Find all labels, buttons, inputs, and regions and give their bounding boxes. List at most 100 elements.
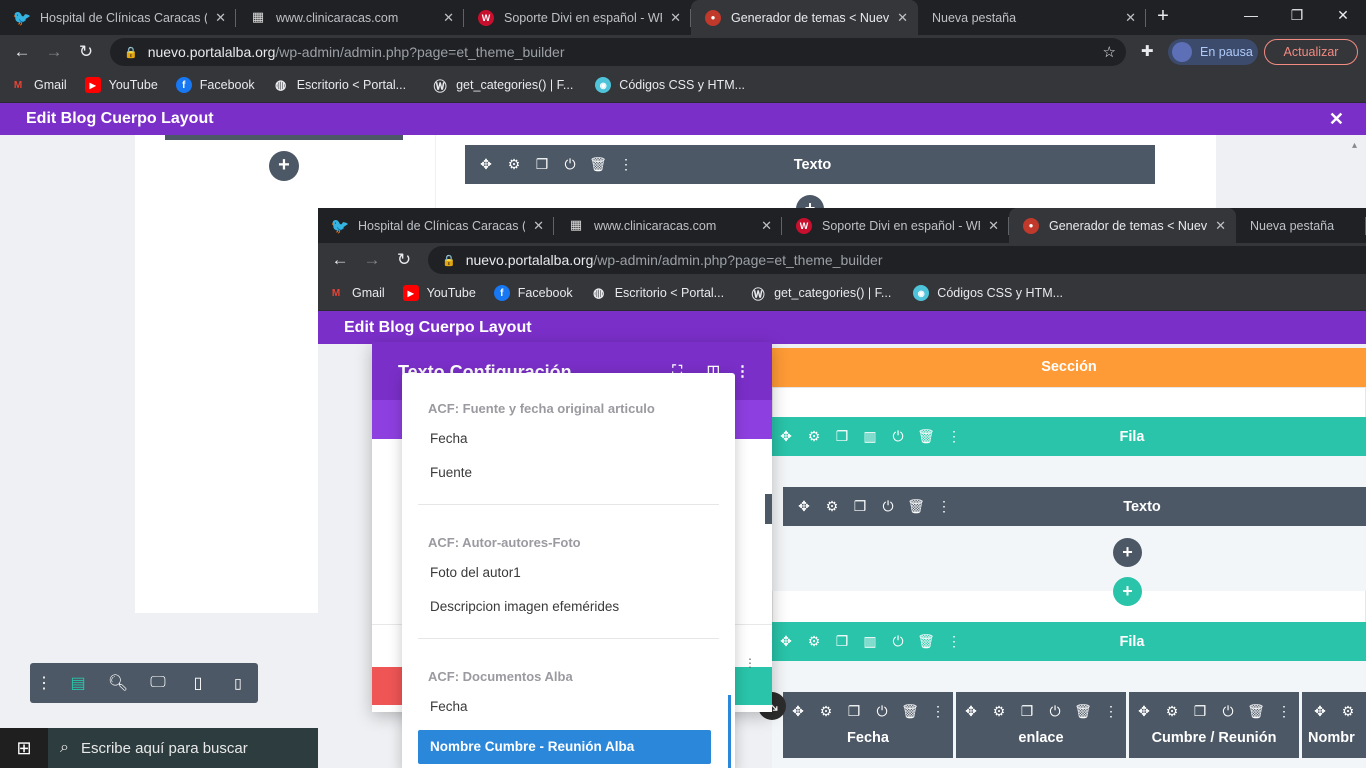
gear-icon[interactable]: ⚙ — [985, 703, 1013, 720]
tab-hospital[interactable]: 🐦 Hospital de Clínicas Caracas (@ ✕ — [318, 208, 554, 243]
power-icon[interactable]: ⏻ — [868, 703, 896, 720]
trash-icon[interactable]: 🗑 — [912, 633, 940, 650]
update-button[interactable]: Actualizar — [1264, 39, 1358, 65]
dropdown-scrollbar[interactable] — [728, 695, 731, 768]
power-icon[interactable]: ⏻ — [1041, 703, 1069, 720]
column-module-nombre[interactable]: ✥ ⚙ Nombr — [1302, 692, 1366, 758]
bookmark-facebook[interactable]: f Facebook — [493, 285, 573, 301]
column-module-enlace[interactable]: ✥ ⚙ ❐ ⏻ 🗑 ⋮ enlace — [956, 692, 1126, 758]
tablet-icon[interactable]: ▯ — [178, 673, 218, 693]
duplicate-icon[interactable]: ❐ — [828, 633, 856, 650]
trash-icon[interactable]: 🗑 — [1242, 703, 1270, 720]
trash-icon[interactable]: 🗑 — [1069, 703, 1097, 720]
close-icon[interactable]: ✕ — [1125, 10, 1136, 26]
row-bar-1[interactable]: ✥ ⚙ ❐ ▥ ⏻ 🗑 ⋮ Fila — [772, 417, 1366, 456]
gear-icon[interactable]: ⚙ — [818, 498, 846, 515]
column-module-cumbre[interactable]: ✥ ⚙ ❐ ⏻ 🗑 ⋮ Cumbre / Reunión — [1129, 692, 1299, 758]
add-module-button[interactable]: + — [1113, 538, 1142, 567]
bookmark-get-categories[interactable]: Ⓦget_categories() | F... — [750, 285, 892, 302]
more-icon[interactable]: ⋮ — [744, 656, 756, 670]
move-icon[interactable]: ✥ — [957, 703, 985, 720]
power-icon[interactable]: ⏻ — [884, 633, 912, 650]
duplicate-icon[interactable]: ❐ — [828, 428, 856, 445]
more-icon[interactable]: ⋮ — [1097, 703, 1125, 720]
gear-icon[interactable]: ⚙ — [500, 156, 528, 173]
close-icon[interactable]: ✕ — [670, 10, 681, 26]
window-close-icon[interactable]: ✕ — [1320, 0, 1366, 32]
bookmark-gmail[interactable]: M Gmail — [328, 285, 385, 301]
tab-soporte-divi[interactable]: W Soporte Divi en español - WPF ✕ — [464, 0, 691, 35]
add-module-button[interactable]: + — [269, 151, 299, 181]
move-icon[interactable]: ✥ — [1306, 703, 1334, 720]
more-icon[interactable]: ⋮ — [612, 156, 640, 173]
column-module-fecha[interactable]: ✥ ⚙ ❐ ⏻ 🗑 ⋮ Fecha — [783, 692, 953, 758]
more-icon[interactable]: ⋮ — [735, 362, 750, 380]
tab-generador-temas[interactable]: ● Generador de temas < Nuevo ✕ — [1009, 208, 1236, 243]
row-bar-2[interactable]: ✥ ⚙ ❐ ▥ ⏻ 🗑 ⋮ Fila — [772, 622, 1366, 661]
power-icon[interactable]: ⏻ — [1214, 703, 1242, 720]
scrollbar-arrow-icon[interactable]: ▴ — [1352, 140, 1366, 151]
duplicate-icon[interactable]: ❐ — [840, 703, 868, 720]
windows-start-icon[interactable]: ⊞ — [0, 738, 48, 759]
close-icon[interactable]: ✕ — [533, 218, 544, 234]
power-icon[interactable]: ⏻ — [874, 498, 902, 515]
dropdown-item[interactable]: Fuente — [402, 456, 735, 490]
tab-hospital[interactable]: 🐦 Hospital de Clínicas Caracas (@ ✕ — [0, 0, 236, 35]
bookmark-escritorio[interactable]: ◍ Escritorio < Portal... — [273, 77, 406, 93]
bookmark-youtube[interactable]: ▶ YouTube — [402, 285, 476, 301]
close-icon[interactable]: ✕ — [1329, 109, 1344, 130]
reload-icon[interactable]: ↻ — [388, 250, 420, 270]
close-icon[interactable]: ✕ — [761, 218, 772, 234]
close-icon[interactable]: ✕ — [443, 10, 454, 26]
top-text-module-bar[interactable]: ✥ ⚙ ❐ ⏻ 🗑 ⋮ Texto — [465, 145, 1155, 184]
more-icon[interactable]: ⋮ — [940, 428, 968, 445]
power-icon[interactable]: ⏻ — [556, 156, 584, 173]
bookmark-youtube[interactable]: ▶ YouTube — [84, 77, 158, 93]
trash-icon[interactable]: 🗑 — [912, 428, 940, 445]
tab-nueva-pestana[interactable]: Nueva pestaña ✕ — [918, 0, 1146, 35]
bookmark-get-categories[interactable]: Ⓦget_categories() | F... — [432, 77, 574, 94]
close-icon[interactable]: ✕ — [897, 10, 908, 26]
trash-icon[interactable]: 🗑 — [896, 703, 924, 720]
star-icon[interactable]: ☆ — [1103, 43, 1116, 61]
move-icon[interactable]: ✥ — [784, 703, 812, 720]
tab-generador-temas[interactable]: ● Generador de temas < Nuevo ✕ — [691, 0, 918, 35]
duplicate-icon[interactable]: ❐ — [846, 498, 874, 515]
url-bar[interactable]: 🔒 nuevo.portalalba.org/wp-admin/admin.ph… — [110, 38, 1126, 66]
forward-icon[interactable]: → — [356, 250, 388, 270]
gear-icon[interactable]: ⚙ — [800, 428, 828, 445]
back-icon[interactable]: ← — [6, 42, 38, 62]
desktop-icon[interactable]: 🖵 — [138, 674, 178, 692]
forward-icon[interactable]: → — [38, 42, 70, 62]
duplicate-icon[interactable]: ❐ — [1013, 703, 1041, 720]
dropdown-item[interactable]: Fecha — [402, 690, 735, 724]
tab-nueva-pestana[interactable]: Nueva pestaña — [1236, 208, 1366, 243]
bookmark-codigos-css[interactable]: ◉ Códigos CSS y HTM... — [595, 77, 745, 93]
gear-icon[interactable]: ⚙ — [812, 703, 840, 720]
text-module-bar[interactable]: ✥ ⚙ ❐ ⏻ 🗑 ⋮ Texto — [783, 487, 1366, 526]
dropdown-item[interactable]: Fecha — [402, 422, 735, 456]
tab-clinicaracas[interactable]: ▦ www.clinicaracas.com ✕ — [554, 208, 782, 243]
dropdown-item[interactable]: Descripcion imagen efemérides — [402, 590, 735, 624]
gear-icon[interactable]: ⚙ — [1158, 703, 1186, 720]
back-icon[interactable]: ← — [324, 250, 356, 270]
url-bar[interactable]: 🔒 nuevo.portalalba.org/wp-admin/admin.ph… — [428, 246, 1366, 274]
minimize-icon[interactable]: — — [1228, 0, 1274, 32]
more-icon[interactable]: ⋮ — [30, 673, 58, 693]
bookmark-escritorio[interactable]: ◍ Escritorio < Portal... — [591, 285, 724, 301]
bookmark-codigos-css[interactable]: ◉ Códigos CSS y HTM... — [913, 285, 1063, 301]
move-icon[interactable]: ✥ — [472, 156, 500, 173]
taskbar-search[interactable]: ⌕ Escribe aquí para buscar — [48, 728, 318, 768]
duplicate-icon[interactable]: ❐ — [528, 156, 556, 173]
move-icon[interactable]: ✥ — [1130, 703, 1158, 720]
restore-icon[interactable]: ❐ — [1274, 0, 1320, 32]
move-icon[interactable]: ✥ — [790, 498, 818, 515]
columns-icon[interactable]: ▥ — [856, 428, 884, 445]
gear-icon[interactable]: ⚙ — [1334, 703, 1362, 720]
zoom-icon[interactable]: 🔍︎ — [98, 673, 138, 693]
reload-icon[interactable]: ↻ — [70, 42, 102, 62]
dropdown-item[interactable]: Nombre Cumbre - Reunión Alba — [418, 730, 711, 764]
add-row-button[interactable]: + — [1113, 577, 1142, 606]
bookmark-facebook[interactable]: f Facebook — [175, 77, 255, 93]
move-icon[interactable]: ✥ — [772, 428, 800, 445]
